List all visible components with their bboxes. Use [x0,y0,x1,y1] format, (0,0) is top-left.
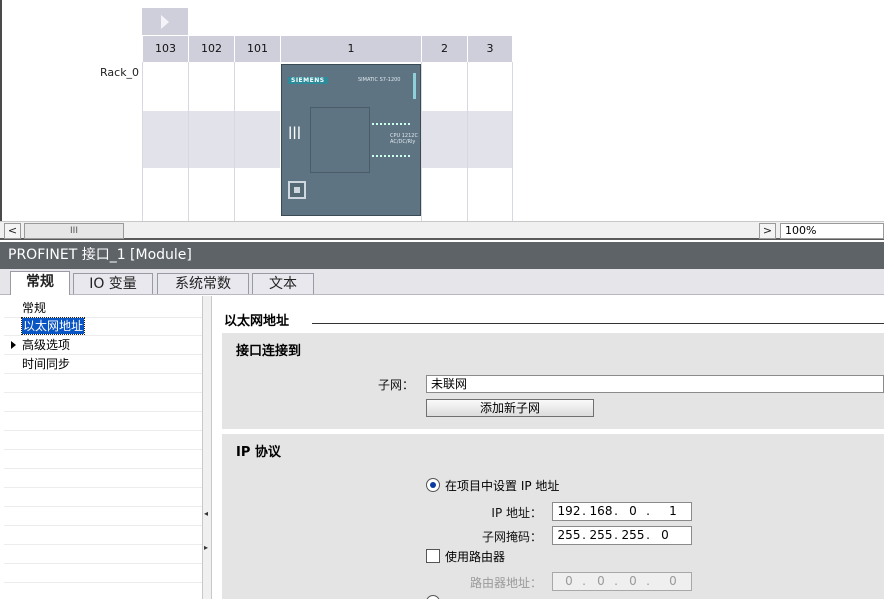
tab-general[interactable]: 常规 [10,271,70,295]
cpu-brand: SIEMENS [288,77,328,84]
nav-divider [4,449,202,450]
nav-divider [4,373,202,374]
subnet-label: 子网： [377,378,414,392]
collapse-left-icon[interactable]: ◂ [204,510,210,518]
nav-divider [4,354,202,355]
nav-divider [4,525,202,526]
tab-system-constants[interactable]: 系统常数 [157,273,249,294]
subnet-field[interactable]: 未联网 [426,375,884,393]
nav-divider [4,430,202,431]
slot-101[interactable] [234,62,280,222]
slot-102[interactable] [188,62,234,222]
slot-header-1: 1 [280,36,421,62]
nav-item-advanced-options[interactable]: 高级选项 [22,337,70,353]
section-divider [312,323,884,324]
slot-header-102: 102 [188,36,234,62]
nav-divider [4,544,202,545]
nav-divider [4,335,202,336]
device-view[interactable]: 103 102 101 1 2 3 Rack_0 SIEMENS SIMATIC… [0,0,884,240]
nav-divider [4,411,202,412]
set-ip-in-project-radio[interactable] [426,478,440,492]
slot-3[interactable] [467,62,513,222]
io-led-row-icon [372,155,410,157]
section-title: 以太网地址 [224,314,290,329]
slot-2[interactable] [421,62,467,222]
add-subnet-button[interactable]: 添加新子网 [426,399,594,417]
slot-103[interactable] [142,62,188,222]
use-router-label[interactable]: 使用路由器 [445,548,505,565]
use-router-checkbox[interactable] [426,549,440,563]
ip-address-field[interactable]: 192 . 168 . 0 . 1 [552,502,692,521]
expand-right-icon[interactable]: ▸ [204,544,210,552]
status-bar-icon [413,73,416,99]
scroll-left-icon[interactable]: < [4,223,21,239]
group-title: IP 协议 [236,445,281,460]
expand-arrow-icon [161,15,169,29]
router-address-field[interactable]: 0 . 0 . 0 . 0 [552,572,692,591]
nav-divider [4,582,202,583]
io-led-row-icon [372,123,410,125]
properties-tabs: 常规 IO 变量 系统常数 文本 [0,269,884,295]
expand-arrow-icon[interactable] [11,341,16,349]
subnet-mask-label: 子网掩码： [481,530,542,544]
slot-header-2: 2 [421,36,467,62]
properties-content: 以太网地址 接口连接到 子网： 未联网 添加新子网 IP 协议 在项目中设置 I… [212,296,884,599]
slot-header-3: 3 [467,36,513,62]
group-title: 接口连接到 [236,344,302,359]
set-ip-in-project-label[interactable]: 在项目中设置 IP 地址 [445,477,559,494]
nav-item-ethernet-address[interactable]: 以太网地址 [20,317,86,335]
slot-header-101: 101 [234,36,280,62]
properties-nav: 常规 以太网地址 高级选项 时间同步 ◂ ▸ [0,296,212,599]
nav-divider [4,468,202,469]
cpu-type-text: CPU 1212C AC/DC/Rly [390,133,418,145]
rack-expand-button[interactable] [142,8,188,35]
nav-divider [4,392,202,393]
interface-connection-group: 接口连接到 子网： 未联网 添加新子网 [222,332,884,429]
nav-item-general[interactable]: 常规 [22,300,46,316]
router-address-label: 路由器地址： [469,576,542,590]
ip-other-method-radio[interactable] [426,595,440,599]
nav-divider [4,487,202,488]
rack-label: Rack_0 [100,66,140,79]
scroll-thumb[interactable]: III [24,223,124,239]
nav-item-time-sync[interactable]: 时间同步 [22,356,70,372]
tab-texts[interactable]: 文本 [252,273,314,294]
profinet-logo-icon: ||| [288,125,302,139]
properties-title: PROFINET 接口_1 [Module] [0,242,884,269]
zoom-field[interactable]: 100% [780,223,884,239]
scroll-right-icon[interactable]: > [759,223,776,239]
tab-io-tags[interactable]: IO 变量 [73,273,153,294]
device-view-scrollbar[interactable]: < III > 100% [0,221,884,240]
ip-address-label: IP 地址： [491,506,542,520]
slot-header-103: 103 [142,36,188,62]
ip-protocol-group: IP 协议 在项目中设置 IP 地址 IP 地址： 192 . 168 . 0 … [222,433,884,599]
subnet-mask-field[interactable]: 255 . 255 . 255 . 0 [552,526,692,545]
cpu-model: SIMATIC S7-1200 [358,77,401,83]
cpu-module[interactable]: SIEMENS SIMATIC S7-1200 ||| CPU 1212C AC/… [281,64,421,216]
nav-divider [4,506,202,507]
ethernet-port-icon[interactable] [288,181,306,199]
cpu-front-panel [310,107,370,173]
nav-splitter[interactable]: ◂ ▸ [202,296,211,599]
nav-divider [4,563,202,564]
